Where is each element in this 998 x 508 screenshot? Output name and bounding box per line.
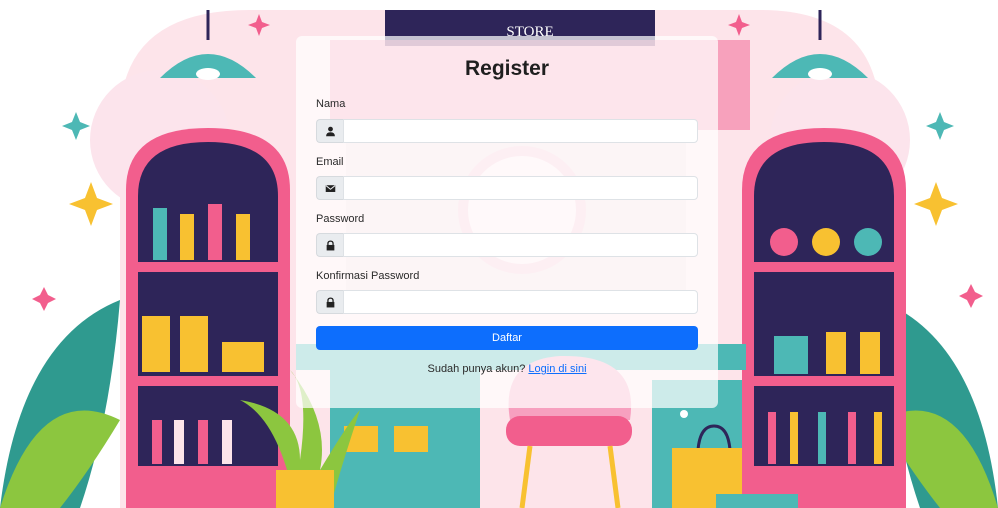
confirm-password-input-group xyxy=(316,290,698,314)
confirm-password-label: Konfirmasi Password xyxy=(316,270,420,282)
password-label: Password xyxy=(316,213,365,225)
lock-icon xyxy=(326,239,334,250)
password-input-group xyxy=(316,233,698,257)
envelope-icon xyxy=(325,184,335,192)
lock-icon-addon-confirm xyxy=(316,290,343,314)
register-button[interactable]: Daftar xyxy=(316,326,698,350)
password-input[interactable] xyxy=(343,233,698,257)
login-prompt-text: Sudah punya akun? xyxy=(427,363,526,375)
envelope-icon-addon xyxy=(316,176,343,200)
confirm-password-input[interactable] xyxy=(343,290,698,314)
email-input[interactable] xyxy=(343,176,698,200)
login-prompt: Sudah punya akun? Login di sini xyxy=(296,363,718,375)
user-icon xyxy=(325,126,335,136)
register-title: Register xyxy=(464,57,550,80)
name-input[interactable] xyxy=(343,119,698,143)
name-label: Nama xyxy=(316,98,346,110)
user-icon-addon xyxy=(316,119,343,143)
login-link[interactable]: Login di sini xyxy=(528,363,586,375)
lock-icon xyxy=(326,296,334,307)
name-input-group xyxy=(316,119,698,143)
email-label: Email xyxy=(316,156,344,168)
lock-icon-addon xyxy=(316,233,343,257)
email-input-group xyxy=(316,176,698,200)
